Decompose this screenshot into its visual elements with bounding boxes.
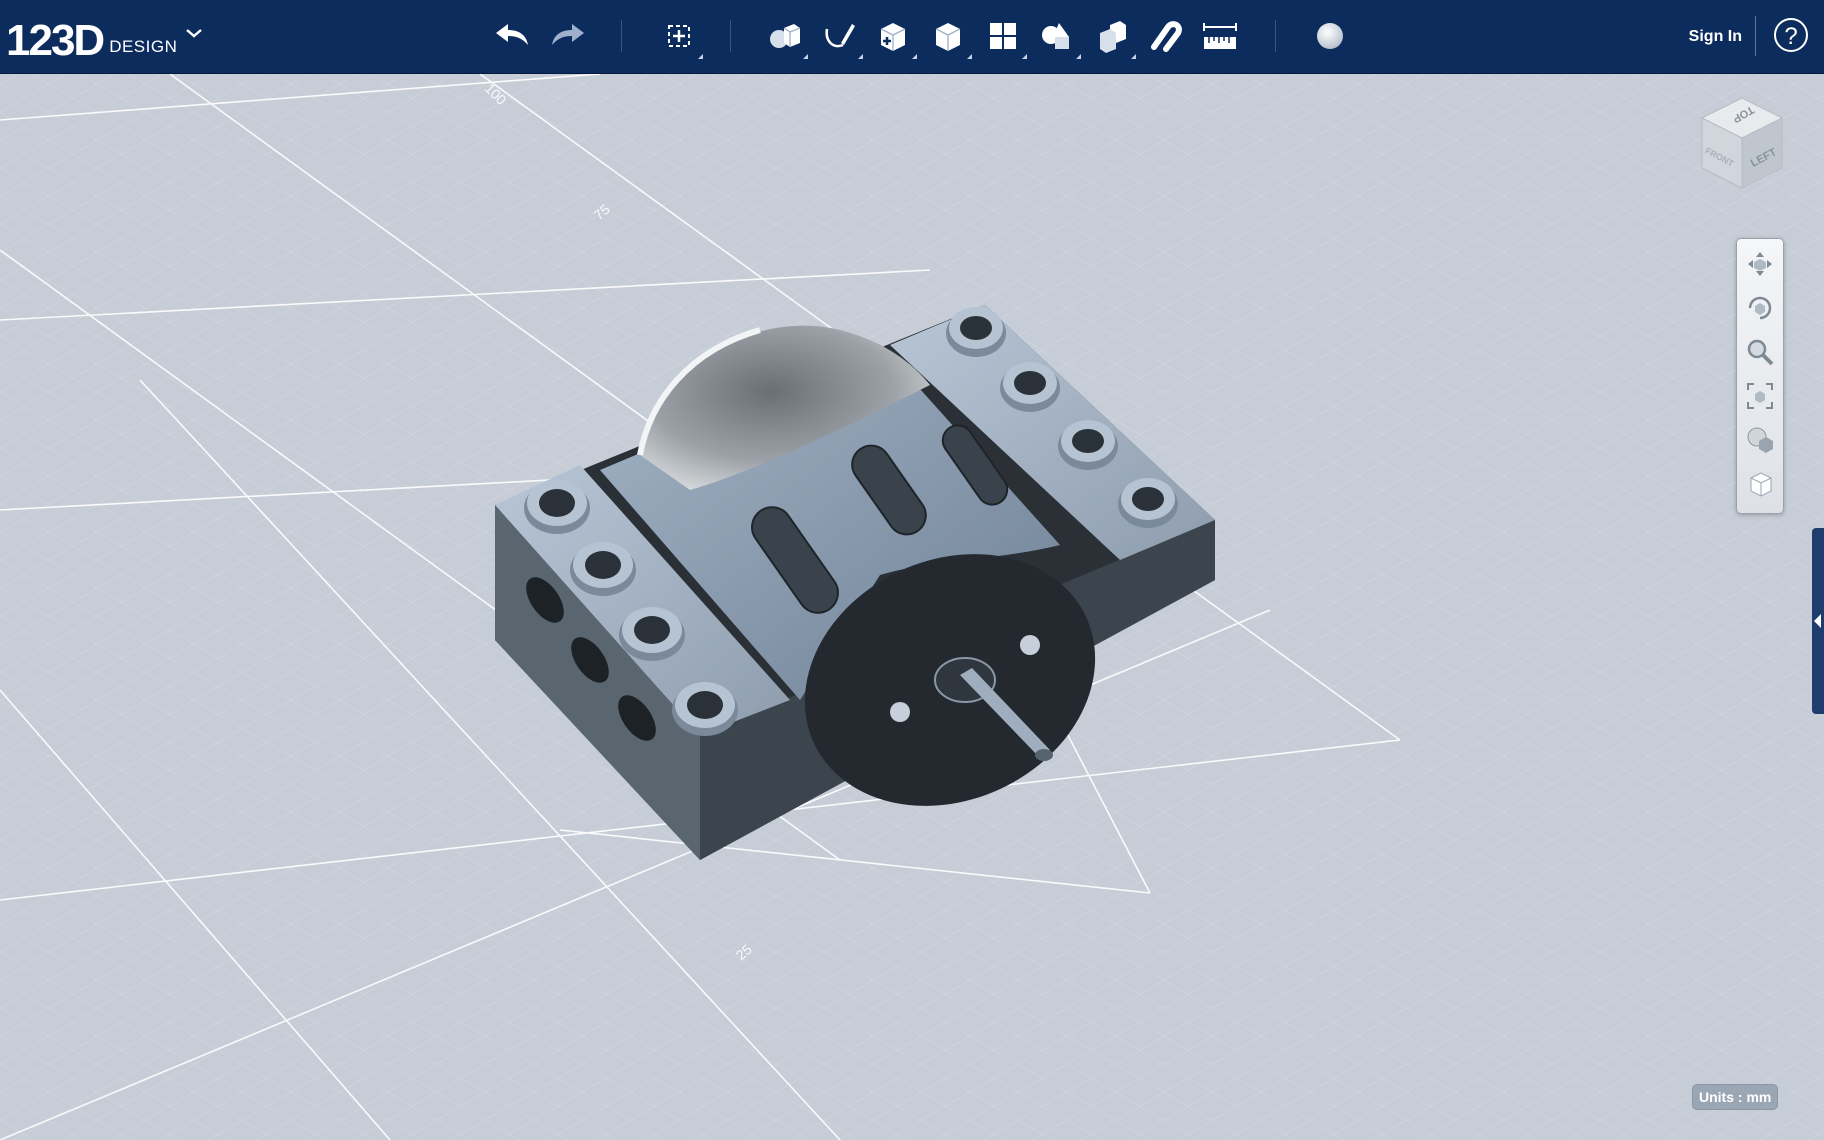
redo-button[interactable] <box>546 14 590 58</box>
modify-button[interactable] <box>926 14 972 59</box>
help-button[interactable]: ? <box>1774 18 1808 52</box>
toolbar-separator <box>730 20 731 52</box>
grouping-button[interactable] <box>1035 14 1081 59</box>
construct-icon <box>880 23 906 51</box>
measure-icon <box>1203 23 1237 49</box>
main-toolbar: 123D DESIGN Sign In ? <box>0 0 1824 74</box>
material-icon <box>1317 23 1343 49</box>
toolbar-separator <box>1275 20 1276 52</box>
app-logo[interactable]: 123D DESIGN <box>6 6 177 66</box>
sign-in-link[interactable]: Sign In <box>1689 28 1742 46</box>
orbit-button[interactable] <box>1743 291 1777 325</box>
combine-icon <box>1100 21 1126 53</box>
fit-button[interactable] <box>1743 379 1777 413</box>
snap-icon <box>1151 21 1182 52</box>
construct-button[interactable] <box>871 14 917 59</box>
pan-icon <box>1748 252 1772 276</box>
3d-viewport[interactable]: 100 75 25 <box>0 74 1824 1140</box>
chevron-down-icon[interactable] <box>184 26 204 40</box>
solid-view-icon <box>1750 472 1772 497</box>
measure-button[interactable] <box>1198 14 1242 58</box>
toolbar-separator <box>1755 16 1756 56</box>
pattern-button[interactable] <box>981 14 1027 59</box>
transform-button[interactable] <box>657 14 703 59</box>
solid-view-button[interactable] <box>1743 467 1777 501</box>
logo-number: 123D <box>6 16 105 65</box>
modify-icon <box>935 23 961 51</box>
navigation-bar <box>1736 238 1784 514</box>
grouping-icon <box>1042 23 1069 49</box>
sketch-button[interactable] <box>817 14 863 59</box>
zoom-button[interactable] <box>1743 335 1777 369</box>
redo-icon <box>552 24 584 45</box>
snap-button[interactable] <box>1144 14 1188 58</box>
workplane-grid <box>0 74 1824 1140</box>
transform-icon <box>668 25 690 47</box>
primitives-button[interactable] <box>762 14 808 59</box>
fit-icon <box>1747 383 1773 409</box>
side-panel-toggle[interactable] <box>1812 528 1824 714</box>
material-button[interactable] <box>1308 14 1352 58</box>
zoom-icon <box>1747 339 1774 366</box>
logo-design-text: DESIGN <box>109 37 178 56</box>
units-indicator[interactable]: Units : mm <box>1692 1084 1779 1110</box>
pan-button[interactable] <box>1743 247 1777 281</box>
pattern-icon <box>990 23 1016 49</box>
undo-button[interactable] <box>490 14 534 58</box>
view-mode-button[interactable] <box>1743 423 1777 457</box>
view-mode-icon <box>1747 427 1773 453</box>
toolbar-separator <box>621 20 622 52</box>
combine-button[interactable] <box>1090 14 1136 59</box>
primitives-icon <box>770 24 801 48</box>
orbit-icon <box>1748 296 1772 320</box>
view-cube[interactable]: TOP LEFT FRONT <box>1694 90 1790 198</box>
sketch-icon <box>825 24 855 48</box>
undo-icon <box>496 24 528 45</box>
